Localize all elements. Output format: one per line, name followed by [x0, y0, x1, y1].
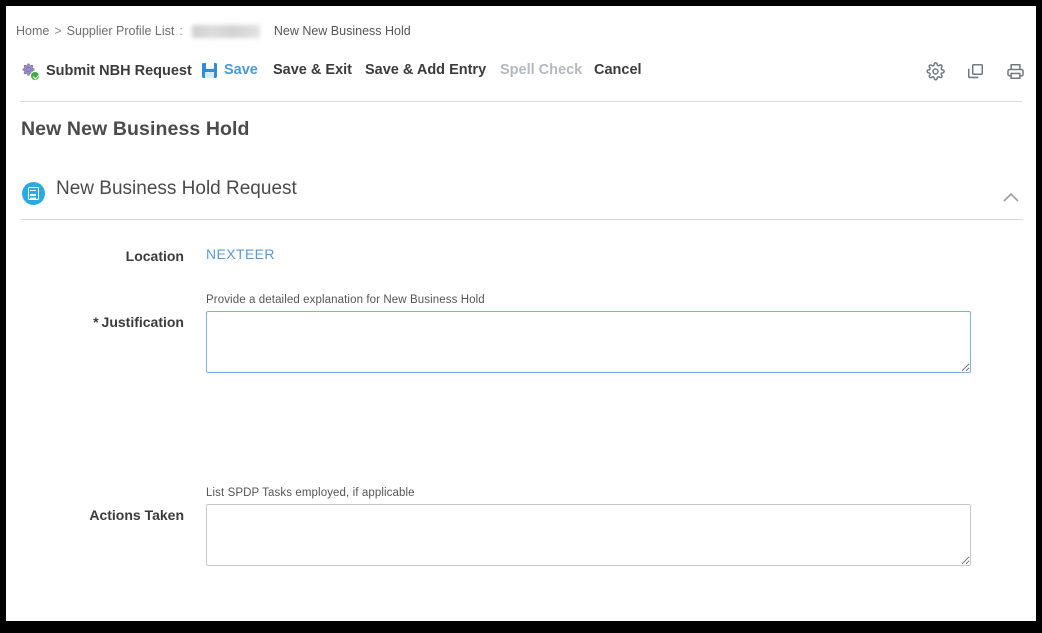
submit-nbh-request-button[interactable]: Submit NBH Request	[21, 62, 192, 81]
form-row-location: Location NEXTEER	[6, 234, 1036, 268]
section-divider	[21, 219, 1023, 220]
justification-input[interactable]	[206, 311, 971, 373]
save-button[interactable]: Save	[202, 62, 258, 78]
chevron-up-icon[interactable]	[999, 186, 1023, 210]
justification-label: * Justification	[93, 314, 184, 330]
save-and-add-entry-label: Save & Add Entry	[365, 62, 487, 78]
breadcrumb-separator-2: :	[179, 24, 183, 38]
justification-required-marker: *	[93, 314, 99, 330]
print-icon[interactable]	[1006, 62, 1026, 82]
gear-check-icon	[21, 62, 40, 81]
location-value[interactable]: NEXTEER	[206, 246, 275, 262]
floppy-disk-icon	[202, 62, 217, 78]
form-row-new-business-hold-reason: New Business Hold Reason	[6, 594, 1036, 621]
location-label: Location	[125, 248, 184, 264]
new-business-hold-request-form: Location NEXTEER * Justification Provide …	[6, 234, 1036, 621]
save-and-exit-button[interactable]: Save & Exit	[273, 62, 352, 78]
submit-nbh-request-label: Submit NBH Request	[46, 63, 192, 79]
copy-icon[interactable]	[966, 62, 986, 82]
app-frame: Home > Supplier Profile List : New New B…	[6, 6, 1036, 621]
cancel-label: Cancel	[594, 62, 642, 78]
gear-icon[interactable]	[926, 62, 946, 82]
section-header: New Business Hold Request	[21, 178, 1023, 218]
breadcrumb-separator-1: >	[54, 24, 62, 38]
save-and-add-entry-button[interactable]: Save & Add Entry	[365, 62, 486, 78]
page-title: New New Business Hold	[21, 118, 250, 140]
justification-hint: Provide a detailed explanation for New B…	[206, 294, 485, 306]
form-row-actions-taken: Actions Taken List SPDP Tasks employed, …	[6, 368, 1036, 566]
form-row-exit-criteria: *Exit Criteria to Return to Good Standin…	[6, 466, 1036, 550]
spell-check-button: Spell Check	[500, 62, 582, 78]
form-document-icon	[22, 182, 45, 205]
form-row-justification: * Justification Provide a detailed explan…	[6, 268, 1036, 373]
breadcrumb-home[interactable]: Home	[16, 24, 49, 38]
breadcrumb-supplier-profile-list[interactable]: Supplier Profile List	[67, 24, 175, 38]
breadcrumb: Home > Supplier Profile List : New New B…	[16, 24, 411, 38]
toolbar-divider	[20, 101, 1022, 102]
toolbar-right-icons	[926, 62, 1026, 82]
check-badge-icon	[30, 71, 40, 81]
form-row-approver: Approver	[6, 550, 1036, 594]
breadcrumb-current-page: New New Business Hold	[273, 24, 411, 38]
cancel-button[interactable]: Cancel	[594, 62, 642, 78]
breadcrumb-redacted-supplier	[191, 24, 260, 38]
section-title: New Business Hold Request	[56, 178, 297, 199]
action-toolbar: Submit NBH Request Save Save & Exit Save…	[6, 54, 1036, 96]
save-label: Save	[224, 62, 258, 78]
spell-check-label: Spell Check	[500, 62, 583, 78]
save-and-exit-label: Save & Exit	[273, 62, 352, 78]
